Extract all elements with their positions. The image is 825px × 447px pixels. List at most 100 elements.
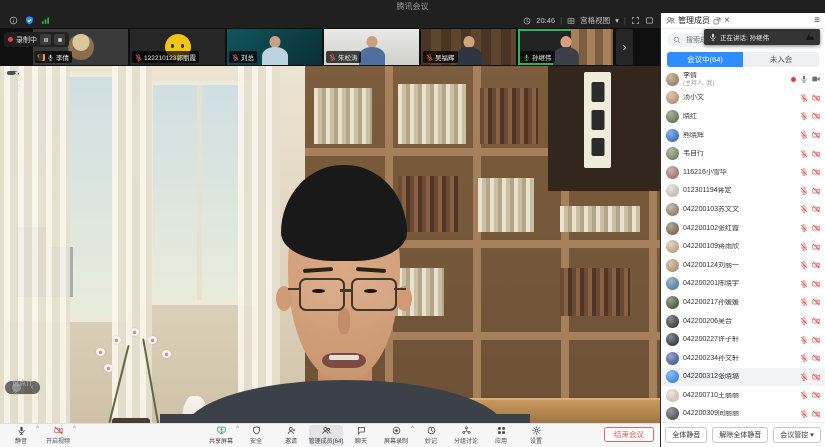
- camera-off-icon[interactable]: [812, 168, 820, 176]
- participant-row[interactable]: 熊晓辉: [661, 126, 825, 145]
- participant-row[interactable]: 042200234孙文轩: [661, 349, 825, 368]
- participant-row[interactable]: 116216小雪华: [661, 163, 825, 182]
- mic-off-icon[interactable]: [800, 261, 808, 269]
- camera-off-icon[interactable]: [812, 373, 820, 381]
- window-mode-icon[interactable]: [645, 16, 654, 25]
- mic-off-icon[interactable]: [800, 187, 808, 195]
- toolbar-item-breakout[interactable]: 分组讨论: [449, 425, 483, 446]
- participant-name-block: 李倩(主持人, 我): [683, 72, 714, 87]
- mic-off-icon[interactable]: [800, 354, 808, 362]
- toolbar-item-record[interactable]: 屏幕录制^: [379, 425, 413, 446]
- end-meeting-button[interactable]: 结束会议: [604, 427, 654, 442]
- toolbar-item-people[interactable]: 管理成员(64): [309, 425, 343, 446]
- mic-off-icon[interactable]: [800, 391, 808, 399]
- mic-off-icon[interactable]: [800, 205, 808, 213]
- mic-off-icon[interactable]: [800, 410, 808, 418]
- camera-off-icon[interactable]: [812, 187, 820, 195]
- participant-row[interactable]: 042200206吴合: [661, 312, 825, 331]
- camera-off-icon[interactable]: [812, 354, 820, 362]
- camera-icon[interactable]: [812, 75, 820, 83]
- participant-row[interactable]: 042200309同丽丽: [661, 405, 825, 422]
- participant-row[interactable]: 042200227许子轩: [661, 330, 825, 349]
- camera-off-icon[interactable]: [812, 336, 820, 344]
- camera-off-icon[interactable]: [812, 150, 820, 158]
- info-icon[interactable]: [9, 16, 18, 25]
- mic-off-icon[interactable]: [800, 373, 808, 381]
- camera-off-icon[interactable]: [812, 205, 820, 213]
- video-thumbnail[interactable]: 孙继伟: [518, 29, 613, 65]
- toolbar-item-person-plus[interactable]: 邀请: [274, 425, 308, 446]
- close-panel-icon[interactable]: ×: [724, 16, 730, 26]
- mic-off-icon[interactable]: [800, 298, 808, 306]
- fullscreen-icon[interactable]: [631, 16, 640, 25]
- quick-message-bar[interactable]: 说点什么... | ‹: [5, 381, 40, 394]
- mic-off-icon[interactable]: [800, 150, 808, 158]
- footer-button-1[interactable]: 解除全体静音: [712, 427, 768, 443]
- mic-off-icon[interactable]: [800, 243, 808, 251]
- panel-menu-icon[interactable]: ≡: [814, 15, 820, 26]
- mic-off-icon[interactable]: [800, 224, 808, 232]
- unpin-button[interactable]: 取消固定: [7, 71, 19, 75]
- footer-button-2[interactable]: 会议管控 ▾: [773, 427, 820, 443]
- grid-view-icon[interactable]: [567, 17, 575, 25]
- caret-up-icon[interactable]: ^: [73, 426, 76, 432]
- mic-off-icon[interactable]: [800, 168, 808, 176]
- toolbar-item-gear[interactable]: 设置: [519, 425, 553, 446]
- participant-row[interactable]: 042200124刘丽一: [661, 256, 825, 275]
- camera-off-icon[interactable]: [812, 112, 820, 120]
- participant-row[interactable]: 042200312张晓璐: [661, 368, 825, 387]
- caret-up-icon[interactable]: ^: [36, 426, 39, 432]
- mic-off-icon[interactable]: [800, 94, 808, 102]
- popout-icon[interactable]: [713, 17, 721, 25]
- participant-row[interactable]: 042200109蒋雨欣: [661, 237, 825, 256]
- toolbar-item-screen-share[interactable]: 共享屏幕^: [204, 425, 238, 446]
- camera-off-icon[interactable]: [812, 224, 820, 232]
- video-thumbnail[interactable]: 刘总: [227, 29, 322, 65]
- video-thumbnail[interactable]: 朱松涛: [324, 29, 419, 65]
- view-mode-caret[interactable]: ▾: [615, 16, 619, 25]
- participant-row[interactable]: 李倩(主持人, 我): [661, 70, 825, 89]
- shield-check-icon[interactable]: [25, 16, 34, 25]
- camera-off-icon[interactable]: [812, 391, 820, 399]
- toolbar-item-apps[interactable]: 应用: [484, 425, 518, 446]
- camera-off-icon[interactable]: [812, 261, 820, 269]
- participant-row[interactable]: 012301194蒋定: [661, 182, 825, 201]
- camera-off-icon[interactable]: [812, 298, 820, 306]
- toolbar-item-clock[interactable]: 妙记: [414, 425, 448, 446]
- participant-row[interactable]: 042200217孙媛媛: [661, 293, 825, 312]
- participant-row[interactable]: 晓红: [661, 107, 825, 126]
- camera-off-icon[interactable]: [812, 94, 820, 102]
- mic-off-icon[interactable]: [800, 336, 808, 344]
- participant-row[interactable]: 汤小文: [661, 89, 825, 108]
- next-page-button[interactable]: ›: [616, 29, 633, 65]
- pause-recording-button[interactable]: [40, 34, 51, 45]
- video-thumbnail[interactable]: 吴福辉: [421, 29, 516, 65]
- mic-off-icon[interactable]: [800, 131, 808, 139]
- footer-button-0[interactable]: 全体静音: [665, 427, 707, 443]
- participant-row[interactable]: 042200103苏文文: [661, 200, 825, 219]
- participant-row[interactable]: 042200102张红霞: [661, 219, 825, 238]
- camera-off-icon[interactable]: [812, 131, 820, 139]
- mic-icon[interactable]: [800, 75, 808, 83]
- camera-off-icon[interactable]: [812, 317, 820, 325]
- participant-row[interactable]: 042200201陈晓宇: [661, 275, 825, 294]
- camera-off-icon[interactable]: [812, 410, 820, 418]
- toolbar-item-shield[interactable]: 安全: [239, 425, 273, 446]
- video-thumbnail[interactable]: 122210123郭丽霞: [130, 29, 225, 65]
- toolbar-item-mic[interactable]: 静音^: [4, 425, 38, 446]
- participant-row[interactable]: 042200710王丽丽: [661, 386, 825, 405]
- filmstrip-collapse-arrow[interactable]: ‹: [34, 51, 43, 61]
- participant-row[interactable]: 韦自行: [661, 144, 825, 163]
- view-mode-label[interactable]: 宫格视图: [580, 15, 610, 26]
- mic-off-icon[interactable]: [800, 317, 808, 325]
- main-video-feed[interactable]: 取消固定 说点什么... | ‹: [0, 66, 660, 424]
- camera-off-icon[interactable]: [812, 243, 820, 251]
- camera-off-icon[interactable]: [812, 280, 820, 288]
- tab-not-joined[interactable]: 未入会: [743, 52, 819, 67]
- stop-recording-button[interactable]: [54, 34, 65, 45]
- mic-off-icon[interactable]: [800, 280, 808, 288]
- tab-in-meeting[interactable]: 会议中(64): [667, 52, 743, 67]
- toolbar-item-chat[interactable]: 聊天: [344, 425, 378, 446]
- mic-off-icon[interactable]: [800, 112, 808, 120]
- toolbar-item-camera-off[interactable]: 开启视频^: [41, 425, 75, 446]
